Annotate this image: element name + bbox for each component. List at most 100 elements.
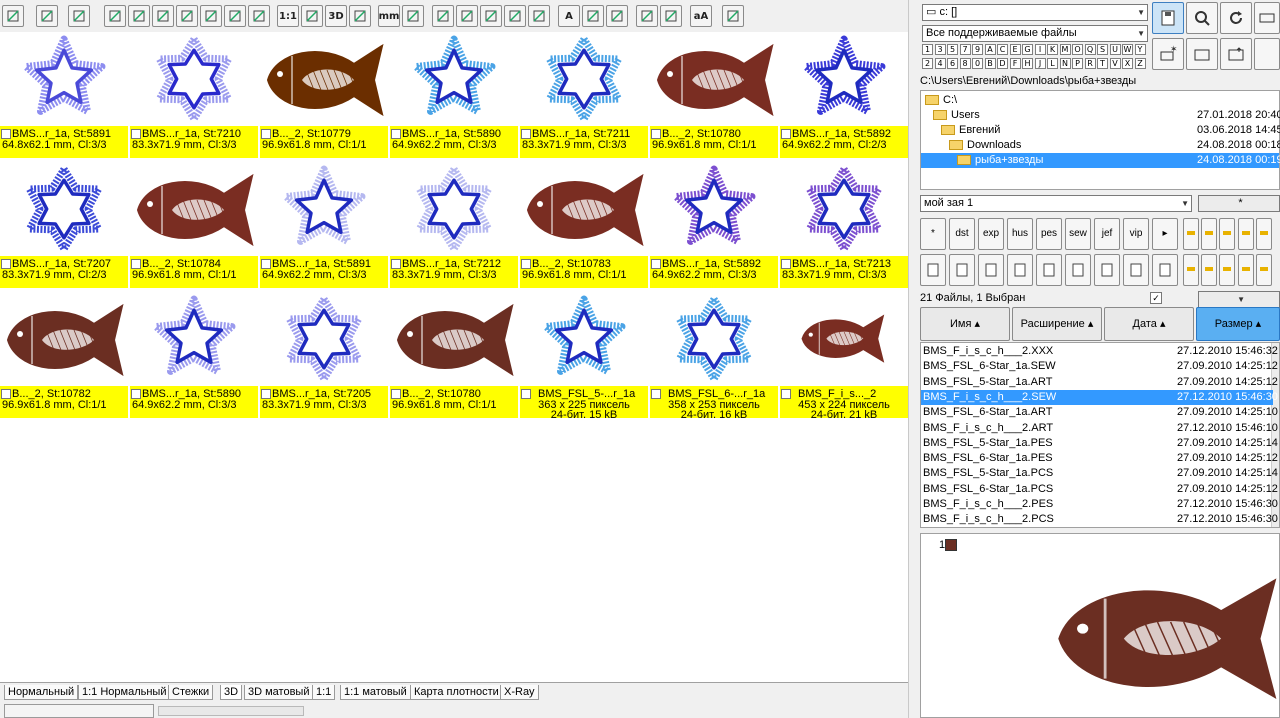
new-folder-button[interactable]: ✶ [1152,38,1184,70]
column-header-3[interactable]: Размер ▴ [1196,307,1280,341]
thumbnail-item[interactable]: BMS...r_1a, St:7210 83.3x71.9 mm, Cl:3/3 [130,32,258,158]
thumbnail-checkbox[interactable] [781,129,791,139]
toolbar-button-0[interactable] [2,5,24,27]
file-filter-select[interactable]: Все поддерживаемые файлы ▼ [922,25,1148,42]
thumbnail-item[interactable]: BMS...r_1a, St:5891 64.8x62.1 mm, Cl:3/3 [0,32,128,158]
letter-filter-S[interactable]: S [1097,44,1108,55]
folder-tree-item[interactable]: Downloads 24.08.2018 00:18:2 [921,138,1280,153]
thumbnail-item[interactable]: BMS...r_1a, St:7212 83.3x71.9 mm, Cl:3/3 [390,162,518,288]
letter-filter-1[interactable]: 1 [922,44,933,55]
folder-tree[interactable]: C:\ Users 27.01.2018 20:40:4 Евгений 03.06.2… [920,90,1280,190]
letter-filter-P[interactable]: P [1072,58,1083,69]
toolbar-button-5[interactable] [152,5,174,27]
thumbnail-checkbox[interactable] [261,259,271,269]
toolbar-button-3[interactable] [104,5,126,27]
toolbar-button-8[interactable] [224,5,246,27]
toolbar-button-13[interactable] [349,5,371,27]
thumbnail-checkbox[interactable] [781,389,791,399]
letter-filter-4[interactable]: 4 [934,58,946,69]
letter-filter-T[interactable]: T [1097,58,1108,69]
folder-tree-item[interactable]: Users 27.01.2018 20:40:4 [921,108,1280,123]
tab-1[interactable]: 1:1 Нормальный [78,685,171,700]
toolbar-button-24[interactable] [636,5,658,27]
letter-filter-W[interactable]: W [1122,44,1133,55]
thumbnail-item[interactable]: BMS...r_1a, St:7211 83.3x71.9 mm, Cl:3/3 [520,32,648,158]
thumbnail-item[interactable]: B..._2, St:10783 96.9x61.8 mm, Cl:1/1 [520,162,648,288]
thumbnail-checkbox[interactable] [261,129,271,139]
letter-filter-9[interactable]: 9 [972,44,983,55]
toolbar-button-10[interactable]: 1:1 [277,5,299,27]
ext-filter-8[interactable]: ▸ [1152,218,1178,250]
ext-filter-3[interactable]: hus [1007,218,1033,250]
letter-filter-6[interactable]: 6 [947,58,958,69]
thumbnail-checkbox[interactable] [781,259,791,269]
thumbnail-item[interactable]: BMS_FSL_5-...r_1a 363 x 225 пиксель 24-бит… [520,292,648,418]
thumbnail-grid[interactable]: BMS...r_1a, St:5891 64.8x62.1 mm, Cl:3/3 B… [0,32,908,682]
layout-button-3[interactable] [1238,218,1254,250]
ext-filter-4[interactable]: pes [1036,218,1062,250]
folder-tree-item[interactable]: рыба+звезды 24.08.2018 00:19:0 [921,153,1280,168]
letter-filter-G[interactable]: G [1022,44,1033,55]
panel-splitter[interactable] [908,0,918,718]
column-header-1[interactable]: Расширение ▴ [1012,307,1102,341]
letter-filter-2[interactable]: 2 [922,58,933,69]
file-row[interactable]: BMS_FSL_6-Star_1a.PCS 27.09.2010 14:25:12 [921,482,1278,497]
collection-select[interactable]: мой зая 1 ▼ [920,195,1192,212]
select-all-checkbox[interactable]: ✓ [1150,292,1162,304]
thumbnail-item[interactable]: B..._2, St:10779 96.9x61.8 mm, Cl:1/1 [260,32,388,158]
thumbnail-checkbox[interactable] [521,259,531,269]
toolbar-button-20[interactable] [528,5,550,27]
toolbar-button-15[interactable] [402,5,424,27]
toolbar-button-11[interactable] [301,5,323,27]
column-header-2[interactable]: Дата ▴ [1104,307,1194,341]
toolbar-button-25[interactable] [660,5,682,27]
thumbnail-item[interactable]: BMS...r_1a, St:7205 83.3x71.9 mm, Cl:3/3 [260,292,388,418]
thumbnail-checkbox[interactable] [391,259,401,269]
layout-button-b0[interactable] [1183,254,1199,286]
thumbnail-item[interactable]: BMS_F_i_s..._2 453 x 224 пиксель 24-бит, 2… [780,292,908,418]
toolbar-button-12[interactable]: 3D [325,5,347,27]
file-list[interactable]: BMS_F_i_s_c_h___2.XXX 27.12.2010 15:46:32… [920,342,1280,528]
toolbar-button-1[interactable] [36,5,58,27]
thumbnail-item[interactable]: B..._2, St:10780 96.9x61.8 mm, Cl:1/1 [390,292,518,418]
tab-6[interactable]: 1:1 матовый [340,685,411,700]
layout-button-1[interactable] [1201,218,1217,250]
toolbar-button-22[interactable] [582,5,604,27]
toolbar-button-6[interactable] [176,5,198,27]
letter-filter-5[interactable]: 5 [947,44,958,55]
toolbar-button-21[interactable]: A [558,5,580,27]
thumbnail-item[interactable]: B..._2, St:10784 96.9x61.8 mm, Cl:1/1 [130,162,258,288]
thumbnail-item[interactable]: BMS_FSL_6-...r_1a 358 x 253 пиксель 24-бит… [650,292,778,418]
toolbar-button-18[interactable] [480,5,502,27]
ext-filter-1[interactable]: dst [949,218,975,250]
letter-filter-I[interactable]: I [1034,44,1046,55]
letter-filter-Z[interactable]: Z [1134,58,1146,69]
letter-filter-X[interactable]: X [1122,58,1133,69]
file-action-button-5[interactable] [1065,254,1091,286]
file-row[interactable]: BMS_FSL_5-Star_1a.PCS 27.09.2010 14:25:14 [921,466,1278,481]
letter-filter-Q[interactable]: Q [1084,44,1096,55]
file-action-button-6[interactable] [1094,254,1120,286]
thumbnail-item[interactable]: B..._2, St:10780 96.9x61.8 mm, Cl:1/1 [650,32,778,158]
letter-filter-M[interactable]: M [1059,44,1071,55]
layout-button-b1[interactable] [1201,254,1217,286]
layout-button-4[interactable] [1256,218,1272,250]
letter-filter-8[interactable]: 8 [959,58,971,69]
thumbnail-checkbox[interactable] [521,129,531,139]
toolbar-button-17[interactable] [456,5,478,27]
star-filter-button[interactable]: * [1198,195,1280,212]
ext-filter-6[interactable]: jef [1094,218,1120,250]
file-row[interactable]: BMS_FSL_6-Star_1a.SEW 27.09.2010 14:25:12 [921,359,1278,374]
letter-filter-F[interactable]: F [1009,58,1021,69]
file-action-button-3[interactable] [1007,254,1033,286]
thumbnail-checkbox[interactable] [131,259,141,269]
column-header-0[interactable]: Имя ▴ [920,307,1010,341]
thumbnail-checkbox[interactable] [521,389,531,399]
thumbnail-checkbox[interactable] [1,129,11,139]
ext-filter-0[interactable]: * [920,218,946,250]
toolbar-button-19[interactable] [504,5,526,27]
letter-filter-E[interactable]: E [1009,44,1021,55]
letter-filter-Y[interactable]: Y [1134,44,1146,55]
toolbar-button-2[interactable] [68,5,90,27]
file-row[interactable]: BMS_F_i_s_c_h___2.PES 27.12.2010 15:46:30 [921,497,1278,512]
